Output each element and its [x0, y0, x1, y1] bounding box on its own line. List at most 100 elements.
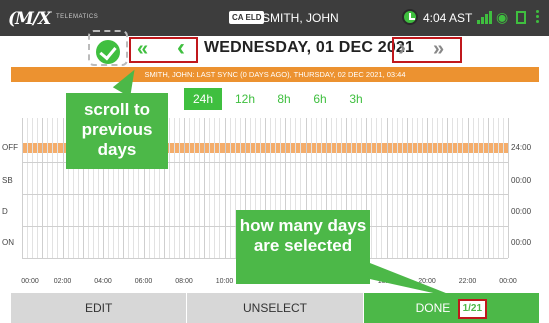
grid-line: [401, 118, 403, 258]
grid-line: [52, 118, 54, 258]
x-tick-label: 04:00: [94, 278, 112, 285]
grid-line: [396, 118, 398, 258]
total-d: 00:00: [511, 207, 532, 216]
total-on: 00:00: [511, 238, 532, 247]
grid-line: [173, 118, 175, 258]
grid-line: [467, 118, 469, 258]
grid-line: [427, 118, 428, 258]
grid-line: [416, 118, 418, 258]
x-tick-label: 06:00: [134, 278, 153, 285]
next-day-button[interactable]: ›: [398, 36, 406, 60]
app-logo: (M/X: [8, 9, 51, 29]
grid-line: [204, 118, 206, 258]
grid-line: [37, 118, 39, 258]
grid-line: [371, 118, 373, 258]
grid-line: [447, 118, 449, 258]
scroll-callout-text: scroll to previous days: [81, 100, 153, 159]
done-button[interactable]: DONE 1/21: [363, 293, 539, 323]
grid-line: [229, 118, 231, 258]
signal-strength-icon: [477, 11, 492, 24]
grid-line: [502, 118, 504, 258]
grid-line: [194, 118, 196, 258]
x-tick-label: 10:00: [215, 278, 234, 285]
grid-line: [214, 118, 216, 258]
grid-line: [386, 118, 388, 258]
tab-24h[interactable]: 24h: [184, 88, 222, 110]
sync-status-bar: SMITH, JOHN: LAST SYNC (0 DAYS AGO), THU…: [11, 67, 539, 82]
next-week-button[interactable]: »: [433, 39, 444, 59]
driver-name[interactable]: SMITH, JOHN: [262, 11, 339, 25]
total-off: 24:00: [511, 143, 532, 152]
grid-line: [508, 118, 509, 258]
x-tick-label: 00:00: [499, 278, 517, 285]
clock-time: 4:04 AST: [423, 11, 473, 25]
unselect-button[interactable]: UNSELECT: [187, 293, 364, 323]
grid-line: [391, 118, 393, 258]
grid-line: [482, 118, 484, 258]
wifi-icon: ◉: [496, 9, 509, 25]
grid-line: [47, 118, 49, 258]
grid-line: [184, 118, 185, 258]
selected-callout-text: how many days are selected: [239, 216, 367, 255]
status-label-off: OFF: [2, 143, 18, 152]
grid-line: [22, 118, 23, 258]
tab-6h[interactable]: 6h: [304, 88, 336, 110]
edit-button[interactable]: EDIT: [11, 293, 188, 323]
total-sb: 00:00: [511, 176, 532, 185]
status-label-sb: SB: [2, 176, 13, 185]
grid-line: [442, 118, 444, 258]
grid-line: [57, 118, 59, 258]
grid-line: [406, 118, 408, 258]
grid-line: [219, 118, 221, 258]
grid-line: [42, 118, 44, 258]
logo-subtitle: TELEMATICS: [56, 14, 99, 20]
done-button-label: DONE: [415, 301, 451, 315]
grid-line: [168, 118, 170, 258]
grid-line: [421, 118, 423, 258]
prev-day-button[interactable]: ‹: [177, 36, 185, 60]
grid-line: [487, 118, 489, 258]
grid-line: [472, 118, 474, 258]
app-screen: (M/X TELEMATICS CA ELD SMITH, JOHN 4:04 …: [0, 0, 549, 323]
x-tick-label: 08:00: [175, 278, 193, 285]
sync-clock-icon[interactable]: [402, 9, 418, 25]
checkmark-icon[interactable]: [96, 40, 120, 64]
grid-line: [224, 118, 226, 258]
grid-line: [199, 118, 201, 258]
grid-line: [376, 118, 378, 258]
grid-line: [457, 118, 459, 258]
status-label-on: ON: [2, 238, 14, 247]
status-label-d: D: [2, 207, 8, 216]
grid-line: [62, 118, 64, 258]
tab-3h[interactable]: 3h: [340, 88, 372, 110]
grid-line: [492, 118, 494, 258]
grid-line: [432, 118, 434, 258]
selected-days-count: 1/21: [457, 298, 488, 319]
row-separator: [22, 194, 508, 195]
grid-line: [178, 118, 180, 258]
grid-line: [32, 118, 34, 258]
x-tick-label: 00:00: [21, 278, 39, 285]
grid-line: [27, 118, 29, 258]
eld-badge: CA ELD: [229, 11, 265, 24]
grid-line: [452, 118, 454, 258]
tab-8h[interactable]: 8h: [268, 88, 300, 110]
grid-line: [411, 118, 413, 258]
x-tick-label: 22:00: [458, 278, 477, 285]
grid-line: [381, 118, 383, 258]
grid-line: [477, 118, 479, 258]
grid-line: [497, 118, 499, 258]
selected-callout: how many days are selected: [236, 210, 370, 284]
prev-week-button[interactable]: «: [137, 39, 148, 59]
device-icon[interactable]: [516, 11, 526, 24]
status-bar: (M/X TELEMATICS CA ELD SMITH, JOHN 4:04 …: [0, 0, 549, 36]
bottom-action-bar: EDIT UNSELECT DONE 1/21: [11, 293, 539, 323]
x-tick-label: 02:00: [53, 278, 72, 285]
grid-line: [209, 118, 211, 258]
scroll-callout: scroll to previous days: [66, 93, 168, 169]
current-date-title: WEDNESDAY, 01 DEC 2021: [204, 39, 415, 56]
tab-12h[interactable]: 12h: [228, 88, 262, 110]
overflow-menu-icon[interactable]: [536, 10, 540, 26]
grid-line: [437, 118, 439, 258]
grid-line: [189, 118, 191, 258]
